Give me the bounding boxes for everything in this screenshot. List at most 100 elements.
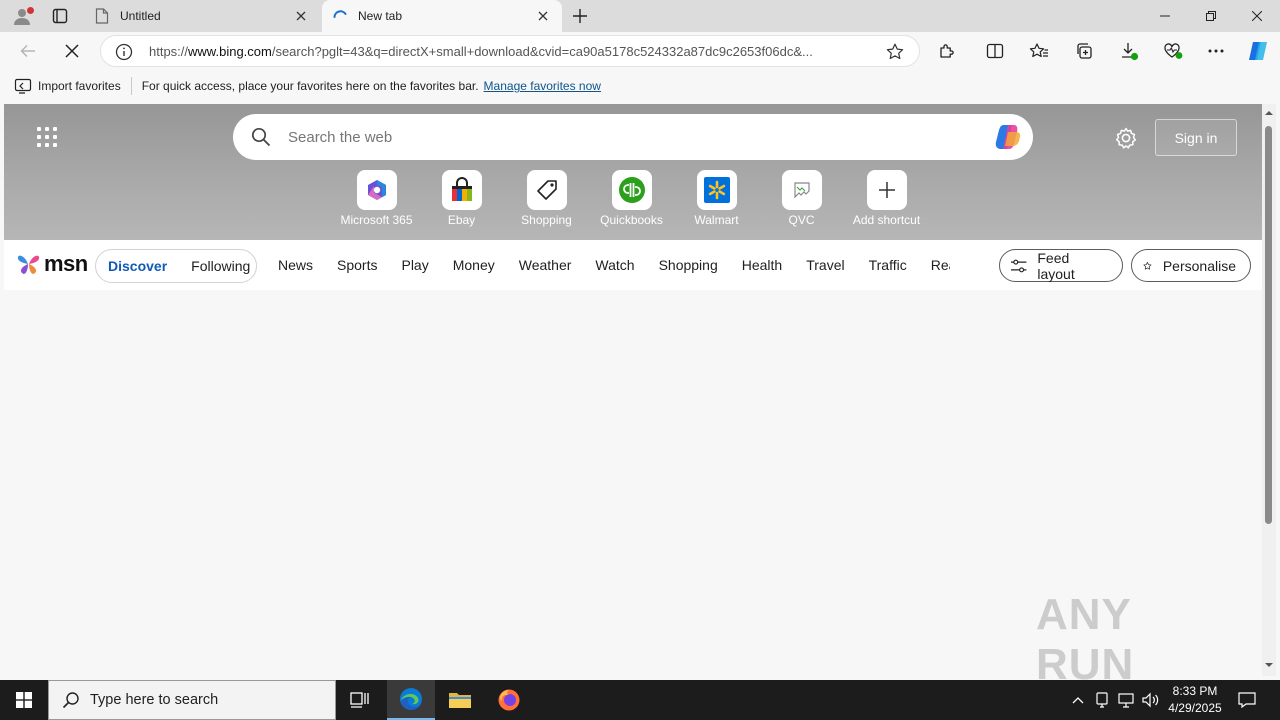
close-tab-button[interactable] [292, 7, 310, 25]
url-prefix: https:// [149, 44, 189, 59]
feed-layout-label: Feed layout [1037, 249, 1075, 282]
restore-icon [1206, 11, 1216, 21]
import-favorites-label: Import favorites [38, 79, 121, 93]
nav-real-estate[interactable]: Real E [919, 257, 950, 273]
profile-button[interactable] [8, 4, 36, 28]
nav-shopping[interactable]: Shopping [647, 257, 730, 273]
shortcut-label: Quickbooks [600, 213, 663, 227]
scroll-up-arrow-icon[interactable] [1264, 108, 1274, 118]
personalise-button[interactable]: Personalise [1131, 249, 1251, 282]
firefox-icon [498, 689, 520, 711]
shortcut-qvc[interactable]: QVC [759, 170, 844, 234]
feed-layout-button[interactable]: Feed layout [999, 249, 1123, 282]
shortcut-ebay[interactable]: Ebay [419, 170, 504, 234]
address-bar[interactable]: https://www.bing.com/search?pglt=43&q=di… [100, 35, 920, 67]
nav-weather[interactable]: Weather [507, 257, 584, 273]
close-window-button[interactable] [1234, 0, 1280, 32]
settings-gear-icon[interactable] [1114, 126, 1138, 150]
tray-overflow-button[interactable] [1068, 680, 1088, 720]
favorite-star-icon[interactable] [885, 42, 905, 62]
copilot-button[interactable] [1242, 36, 1274, 66]
stop-loading-button[interactable] [56, 36, 88, 66]
shortcut-label: Walmart [694, 213, 739, 227]
browser-essentials-button[interactable] [1157, 36, 1189, 66]
tray-volume[interactable] [1140, 680, 1162, 720]
start-button[interactable] [0, 680, 48, 720]
nav-health[interactable]: Health [730, 257, 794, 273]
favorites-button[interactable] [1023, 36, 1055, 66]
tab-following[interactable]: Following [179, 258, 262, 274]
plus-icon [878, 182, 895, 198]
copilot-icon[interactable] [993, 122, 1025, 152]
favorites-bar-message: For quick access, place your favorites h… [141, 79, 479, 93]
page-icon [94, 8, 110, 24]
sign-in-button[interactable]: Sign in [1155, 119, 1237, 156]
shortcut-tile [526, 170, 567, 210]
tray-network[interactable] [1116, 680, 1136, 720]
minimize-button[interactable] [1142, 0, 1188, 32]
shortcut-shopping[interactable]: Shopping [504, 170, 589, 234]
quickbooks-icon [618, 177, 645, 203]
shortcut-add[interactable]: Add shortcut [844, 170, 929, 234]
shortcut-microsoft-365[interactable]: Microsoft 365 [334, 170, 419, 234]
taskbar-firefox[interactable] [485, 680, 533, 720]
shortcut-quickbooks[interactable]: Quickbooks [589, 170, 674, 234]
split-screen-button[interactable] [979, 36, 1011, 66]
taskbar-clock[interactable]: 8:33 PM 4/29/2025 [1166, 683, 1224, 717]
tab-discover[interactable]: Discover [96, 258, 179, 274]
tab-title: New tab [358, 9, 403, 23]
downloads-button[interactable] [1113, 36, 1145, 66]
shortcut-walmart[interactable]: Walmart [674, 170, 759, 234]
shortcut-tile [696, 170, 737, 210]
url-text[interactable]: https://www.bing.com/search?pglt=43&q=di… [149, 44, 874, 59]
tab-untitled[interactable]: Untitled [84, 0, 320, 32]
collections-button[interactable] [1068, 36, 1100, 66]
manage-favorites-link[interactable]: Manage favorites now [484, 79, 601, 93]
notification-center-button[interactable] [1232, 680, 1262, 720]
feed-toggle: Discover Following [95, 249, 257, 283]
nav-travel[interactable]: Travel [794, 257, 856, 273]
tray-device[interactable] [1092, 680, 1112, 720]
close-icon [1252, 11, 1262, 21]
extensions-button[interactable] [931, 36, 963, 66]
taskbar-search-placeholder: Type here to search [90, 692, 219, 708]
scroll-down-arrow-icon[interactable] [1264, 660, 1274, 670]
msn-nav-bar: msn Discover Following News Sports Play … [4, 240, 1262, 290]
nav-news[interactable]: News [266, 257, 325, 273]
back-button[interactable] [12, 36, 44, 66]
nav-sports[interactable]: Sports [325, 257, 389, 273]
nav-traffic[interactable]: Traffic [857, 257, 919, 273]
microsoft-365-icon [367, 180, 386, 200]
loading-spinner-icon [332, 8, 348, 24]
minimize-icon [1160, 15, 1170, 17]
import-favorites-button[interactable]: Import favorites [14, 78, 121, 94]
search-input[interactable] [288, 125, 968, 149]
close-tab-button[interactable] [534, 7, 552, 25]
tab-actions-button[interactable] [46, 4, 74, 28]
nav-play[interactable]: Play [389, 257, 440, 273]
puzzle-icon [940, 44, 954, 58]
search-icon [62, 692, 79, 709]
scrollbar-thumb[interactable] [1265, 126, 1272, 524]
msn-logo[interactable]: msn [16, 251, 88, 277]
settings-more-button[interactable] [1200, 36, 1232, 66]
app-launcher-button[interactable] [34, 124, 60, 150]
tab-new-tab[interactable]: New tab [322, 0, 562, 32]
shortcut-label: Shopping [521, 213, 572, 227]
clock-time: 8:33 PM [1172, 684, 1218, 698]
new-tab-button[interactable] [566, 4, 594, 28]
divider [130, 77, 132, 95]
nav-money[interactable]: Money [441, 257, 507, 273]
nav-watch[interactable]: Watch [583, 257, 646, 273]
shortcut-tile [356, 170, 397, 210]
shortcut-tile [866, 170, 907, 210]
url-domain: www.bing.com [188, 44, 272, 59]
page-scrollbar[interactable] [1262, 104, 1276, 676]
taskbar-search-box[interactable]: Type here to search [48, 680, 336, 720]
web-search-box[interactable] [233, 114, 1033, 160]
taskbar-file-explorer[interactable] [436, 680, 484, 720]
restore-button[interactable] [1188, 0, 1234, 32]
taskbar-edge[interactable] [387, 680, 435, 720]
info-icon[interactable] [115, 43, 133, 61]
task-view-button[interactable] [336, 680, 384, 720]
